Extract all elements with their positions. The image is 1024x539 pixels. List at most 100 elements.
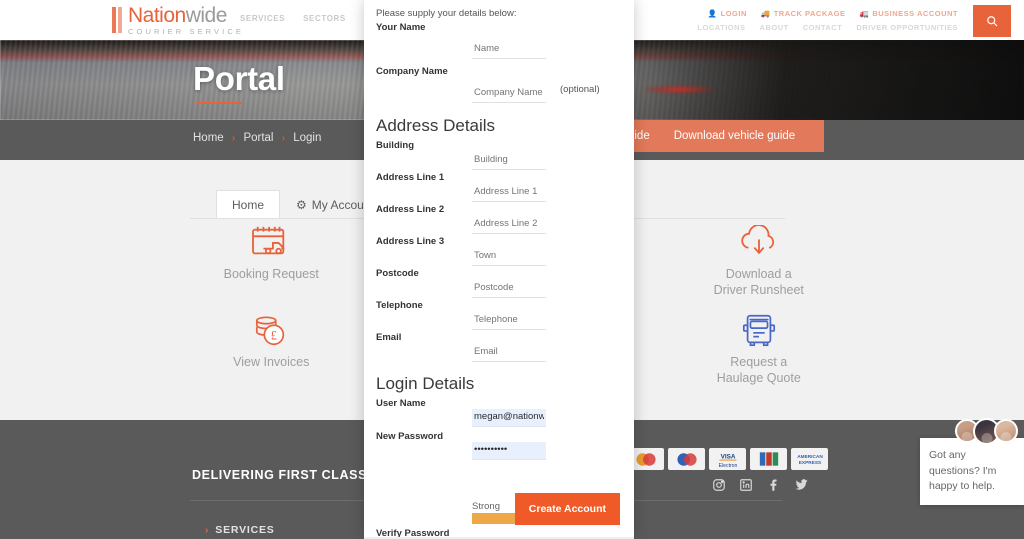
breadcrumb-separator: › <box>231 133 236 144</box>
address-details-heading: Address Details <box>376 116 496 135</box>
building-input[interactable] <box>472 152 546 170</box>
util-login-label: LOGIN <box>720 9 747 18</box>
util-about[interactable]: ABOUT <box>760 23 789 32</box>
address-line-2-input[interactable] <box>472 216 546 234</box>
field-row-company-name: Company Name (optional) <box>376 60 620 106</box>
social-links <box>712 477 809 492</box>
logo-bars-icon <box>112 7 122 33</box>
util-track-package[interactable]: 🚚 TRACK PACKAGE <box>761 9 846 18</box>
mastercard-icon <box>635 452 656 466</box>
tile-request-haulage-quote[interactable]: Request a Haulage Quote <box>678 310 841 386</box>
instagram-icon[interactable] <box>712 477 726 492</box>
user-icon: 👤 <box>707 9 718 18</box>
truck-icon: 🚚 <box>760 9 771 18</box>
download-vehicle-guide-link[interactable]: Download vehicle guide <box>674 130 795 142</box>
util-locations[interactable]: LOCATIONS <box>697 23 745 32</box>
tile-label: Download a Driver Runsheet <box>713 267 804 297</box>
field-label: Your Name <box>376 22 426 33</box>
search-icon <box>987 16 998 27</box>
site-logo[interactable]: Nationwide COURIER SERVICE <box>112 5 244 36</box>
facebook-icon[interactable] <box>766 477 781 492</box>
page-title: Portal <box>193 60 285 97</box>
field-label: New Password <box>376 431 444 442</box>
visa-electron-icon: VISA Electron <box>718 453 737 469</box>
van-icon: 🚛 <box>859 9 870 18</box>
new-password-input[interactable] <box>472 442 546 460</box>
page-root: Nationwide COURIER SERVICE SERVICES SECT… <box>0 0 1024 539</box>
hero-taillights <box>644 86 714 93</box>
chat-avatars <box>955 417 1018 445</box>
field-row-telephone: Telephone <box>376 300 620 332</box>
field-row-address-line-2: Address Line 2 <box>376 204 620 236</box>
jcb-icon <box>759 452 778 466</box>
telephone-input[interactable] <box>472 312 546 330</box>
footer-services-label: SERVICES <box>215 524 275 536</box>
guide-download-bar: g guide Download vehicle guide <box>602 120 824 152</box>
field-row-address-line-3: Address Line 3 <box>376 236 620 268</box>
field-row-postcode: Postcode <box>376 268 620 300</box>
maestro-icon <box>676 452 697 466</box>
util-business-account[interactable]: 🚛 BUSINESS ACCOUNT <box>860 9 959 18</box>
tab-home[interactable]: Home <box>216 190 281 219</box>
svg-text:£: £ <box>271 329 277 343</box>
nav-item-sectors[interactable]: SECTORS <box>303 14 346 23</box>
chat-message[interactable]: Got any questions? I'm happy to help. <box>920 437 1024 505</box>
card-american-express: AMERICAN EXPRESS <box>791 448 828 470</box>
modal-intro-text: Please supply your details below: <box>376 8 517 19</box>
twitter-icon[interactable] <box>794 477 809 492</box>
card-maestro <box>668 448 705 470</box>
chat-widget[interactable]: Got any questions? I'm happy to help. <box>920 417 1024 505</box>
address-line-1-input[interactable] <box>472 184 546 202</box>
login-details-heading: Login Details <box>376 374 475 393</box>
company-name-input[interactable] <box>472 85 546 103</box>
field-row-email: Email <box>376 332 620 364</box>
nav-item-services[interactable]: SERVICES <box>240 14 285 23</box>
user-name-input[interactable] <box>472 409 546 427</box>
gear-icon: ⚙ <box>296 198 307 212</box>
logo-text-secondary: wide <box>185 4 228 27</box>
tile-label: Request a Haulage Quote <box>716 355 801 385</box>
optional-note: (optional) <box>560 84 600 95</box>
password-strength-label: Strong <box>472 501 500 512</box>
field-label: Building <box>376 140 414 151</box>
tile-download-driver-runsheet[interactable]: Download a Driver Runsheet <box>678 222 841 298</box>
search-button[interactable] <box>973 5 1011 37</box>
field-label: Email <box>376 332 402 343</box>
tab-home-label: Home <box>232 198 265 212</box>
breadcrumb-item-portal[interactable]: Portal <box>243 132 273 144</box>
card-jcb <box>750 448 787 470</box>
tile-view-invoices[interactable]: £ View Invoices <box>190 310 353 386</box>
address-line-3-input[interactable] <box>472 248 546 266</box>
your-name-input[interactable] <box>472 41 546 59</box>
linkedin-icon[interactable] <box>739 477 753 492</box>
util-login[interactable]: 👤 LOGIN <box>708 9 747 18</box>
field-row-your-name: Your Name <box>376 22 620 60</box>
tile-label: Booking Request <box>223 267 319 281</box>
footer-services-link[interactable]: › SERVICES <box>205 524 275 536</box>
breadcrumb-item-login[interactable]: Login <box>293 132 321 144</box>
invoices-coins-icon: £ <box>190 310 353 350</box>
svg-text:AMERICAN: AMERICAN <box>797 454 823 460</box>
chevron-right-icon: › <box>205 524 210 536</box>
svg-text:Electron: Electron <box>718 463 737 469</box>
cloud-download-icon <box>678 222 841 262</box>
postcode-input[interactable] <box>472 280 546 298</box>
util-track-label: TRACK PACKAGE <box>773 9 846 18</box>
util-contact[interactable]: CONTACT <box>803 23 843 32</box>
email-input[interactable] <box>472 344 546 362</box>
util-business-label: BUSINESS ACCOUNT <box>872 9 958 18</box>
svg-text:EXPRESS: EXPRESS <box>798 460 820 466</box>
logo-text-primary: Nation <box>128 4 186 27</box>
breadcrumb: Home › Portal › Login <box>193 132 321 144</box>
breadcrumb-item-home[interactable]: Home <box>193 132 224 144</box>
create-account-modal: Please supply your details below: Your N… <box>364 0 634 539</box>
breadcrumb-separator: › <box>281 133 286 144</box>
logo-subtitle: COURIER SERVICE <box>128 27 244 36</box>
amex-icon: AMERICAN EXPRESS <box>797 454 823 466</box>
tile-booking-request[interactable]: Booking Request <box>190 222 353 298</box>
card-visa-electron: VISA Electron <box>709 448 746 470</box>
util-driver-opportunities[interactable]: DRIVER OPPORTUNITIES <box>856 23 958 32</box>
field-label: Address Line 2 <box>376 204 445 215</box>
create-account-button[interactable]: Create Account <box>514 493 620 525</box>
field-row-user-name: User Name <box>376 398 620 431</box>
